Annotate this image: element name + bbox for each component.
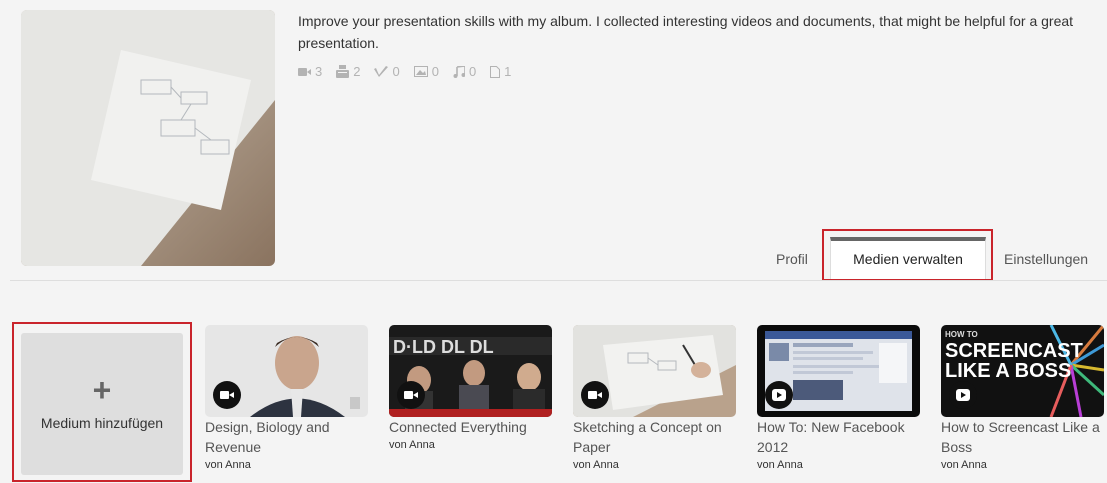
media-title[interactable]: Design, Biology and Revenue [205,417,368,457]
media-title[interactable]: How to Screencast Like a Boss [941,417,1104,457]
media-item[interactable]: Design, Biology and Revenue von Anna [205,325,368,472]
thumbnail-text-line3: LIKE A BOSS [945,360,1071,382]
play-icon [949,381,977,409]
album-tabs: Profil Medien verwalten Einstellungen [0,236,1107,281]
media-thumbnail[interactable] [757,325,920,417]
vimeo-icon [374,66,389,77]
media-author: von Anna [389,439,435,451]
media-author: von Anna [941,459,987,471]
media-author: von Anna [573,459,619,471]
media-title[interactable]: How To: New Facebook 2012 [757,417,920,457]
document-icon [490,65,501,78]
add-media-label: Medium hinzufügen [40,415,164,431]
thumbnail-brand-logo: D·LD DL DL [393,337,494,357]
vimeo-count: 0 [374,64,400,79]
youtube-icon [336,65,350,78]
video-camera-icon [213,381,241,409]
media-thumbnail[interactable] [573,325,736,417]
media-title[interactable]: Connected Everything [389,417,552,437]
add-media-highlight: + Medium hinzufügen [12,322,192,482]
media-thumbnail[interactable]: HOW TO SCREENCAST LIKE A BOSS [941,325,1104,417]
video-camera-icon [581,381,609,409]
media-thumbnail[interactable]: D·LD DL DL [389,325,552,417]
add-media-button[interactable]: + Medium hinzufügen [21,333,183,475]
image-icon [413,66,428,77]
media-author: von Anna [757,459,803,471]
tab-medien-verwalten[interactable]: Medien verwalten [830,237,986,281]
thumbnail-text-line1: HOW TO [945,330,978,339]
album-cover-image [21,10,275,266]
media-item[interactable]: How To: New Facebook 2012 von Anna [757,325,920,472]
tab-einstellungen[interactable]: Einstellungen [1004,249,1088,269]
media-item[interactable]: D·LD DL DL Connected Everything von Anna [389,325,552,452]
media-counts: 3 2 0 0 0 1 [298,64,511,79]
image-count: 0 [413,64,439,79]
youtube-count: 2 [336,64,360,79]
media-item[interactable]: HOW TO SCREENCAST LIKE A BOSS How to Scr… [941,325,1104,472]
video-count: 3 [298,64,322,79]
video-camera-icon [397,381,425,409]
plus-icon: + [92,372,112,408]
media-title[interactable]: Sketching a Concept on Paper [573,417,736,457]
thumbnail-text-line2: SCREENCAST [945,340,1083,362]
media-thumbnail[interactable] [205,325,368,417]
document-count: 1 [490,64,511,79]
album-description: Improve your presentation skills with my… [298,13,1074,51]
media-author: von Anna [205,459,251,471]
play-icon [765,381,793,409]
music-icon [453,65,465,78]
section-divider [10,280,1107,281]
tab-profil[interactable]: Profil [776,249,808,269]
media-item[interactable]: Sketching a Concept on Paper von Anna [573,325,736,472]
video-camera-icon [298,67,311,76]
music-count: 0 [453,64,476,79]
